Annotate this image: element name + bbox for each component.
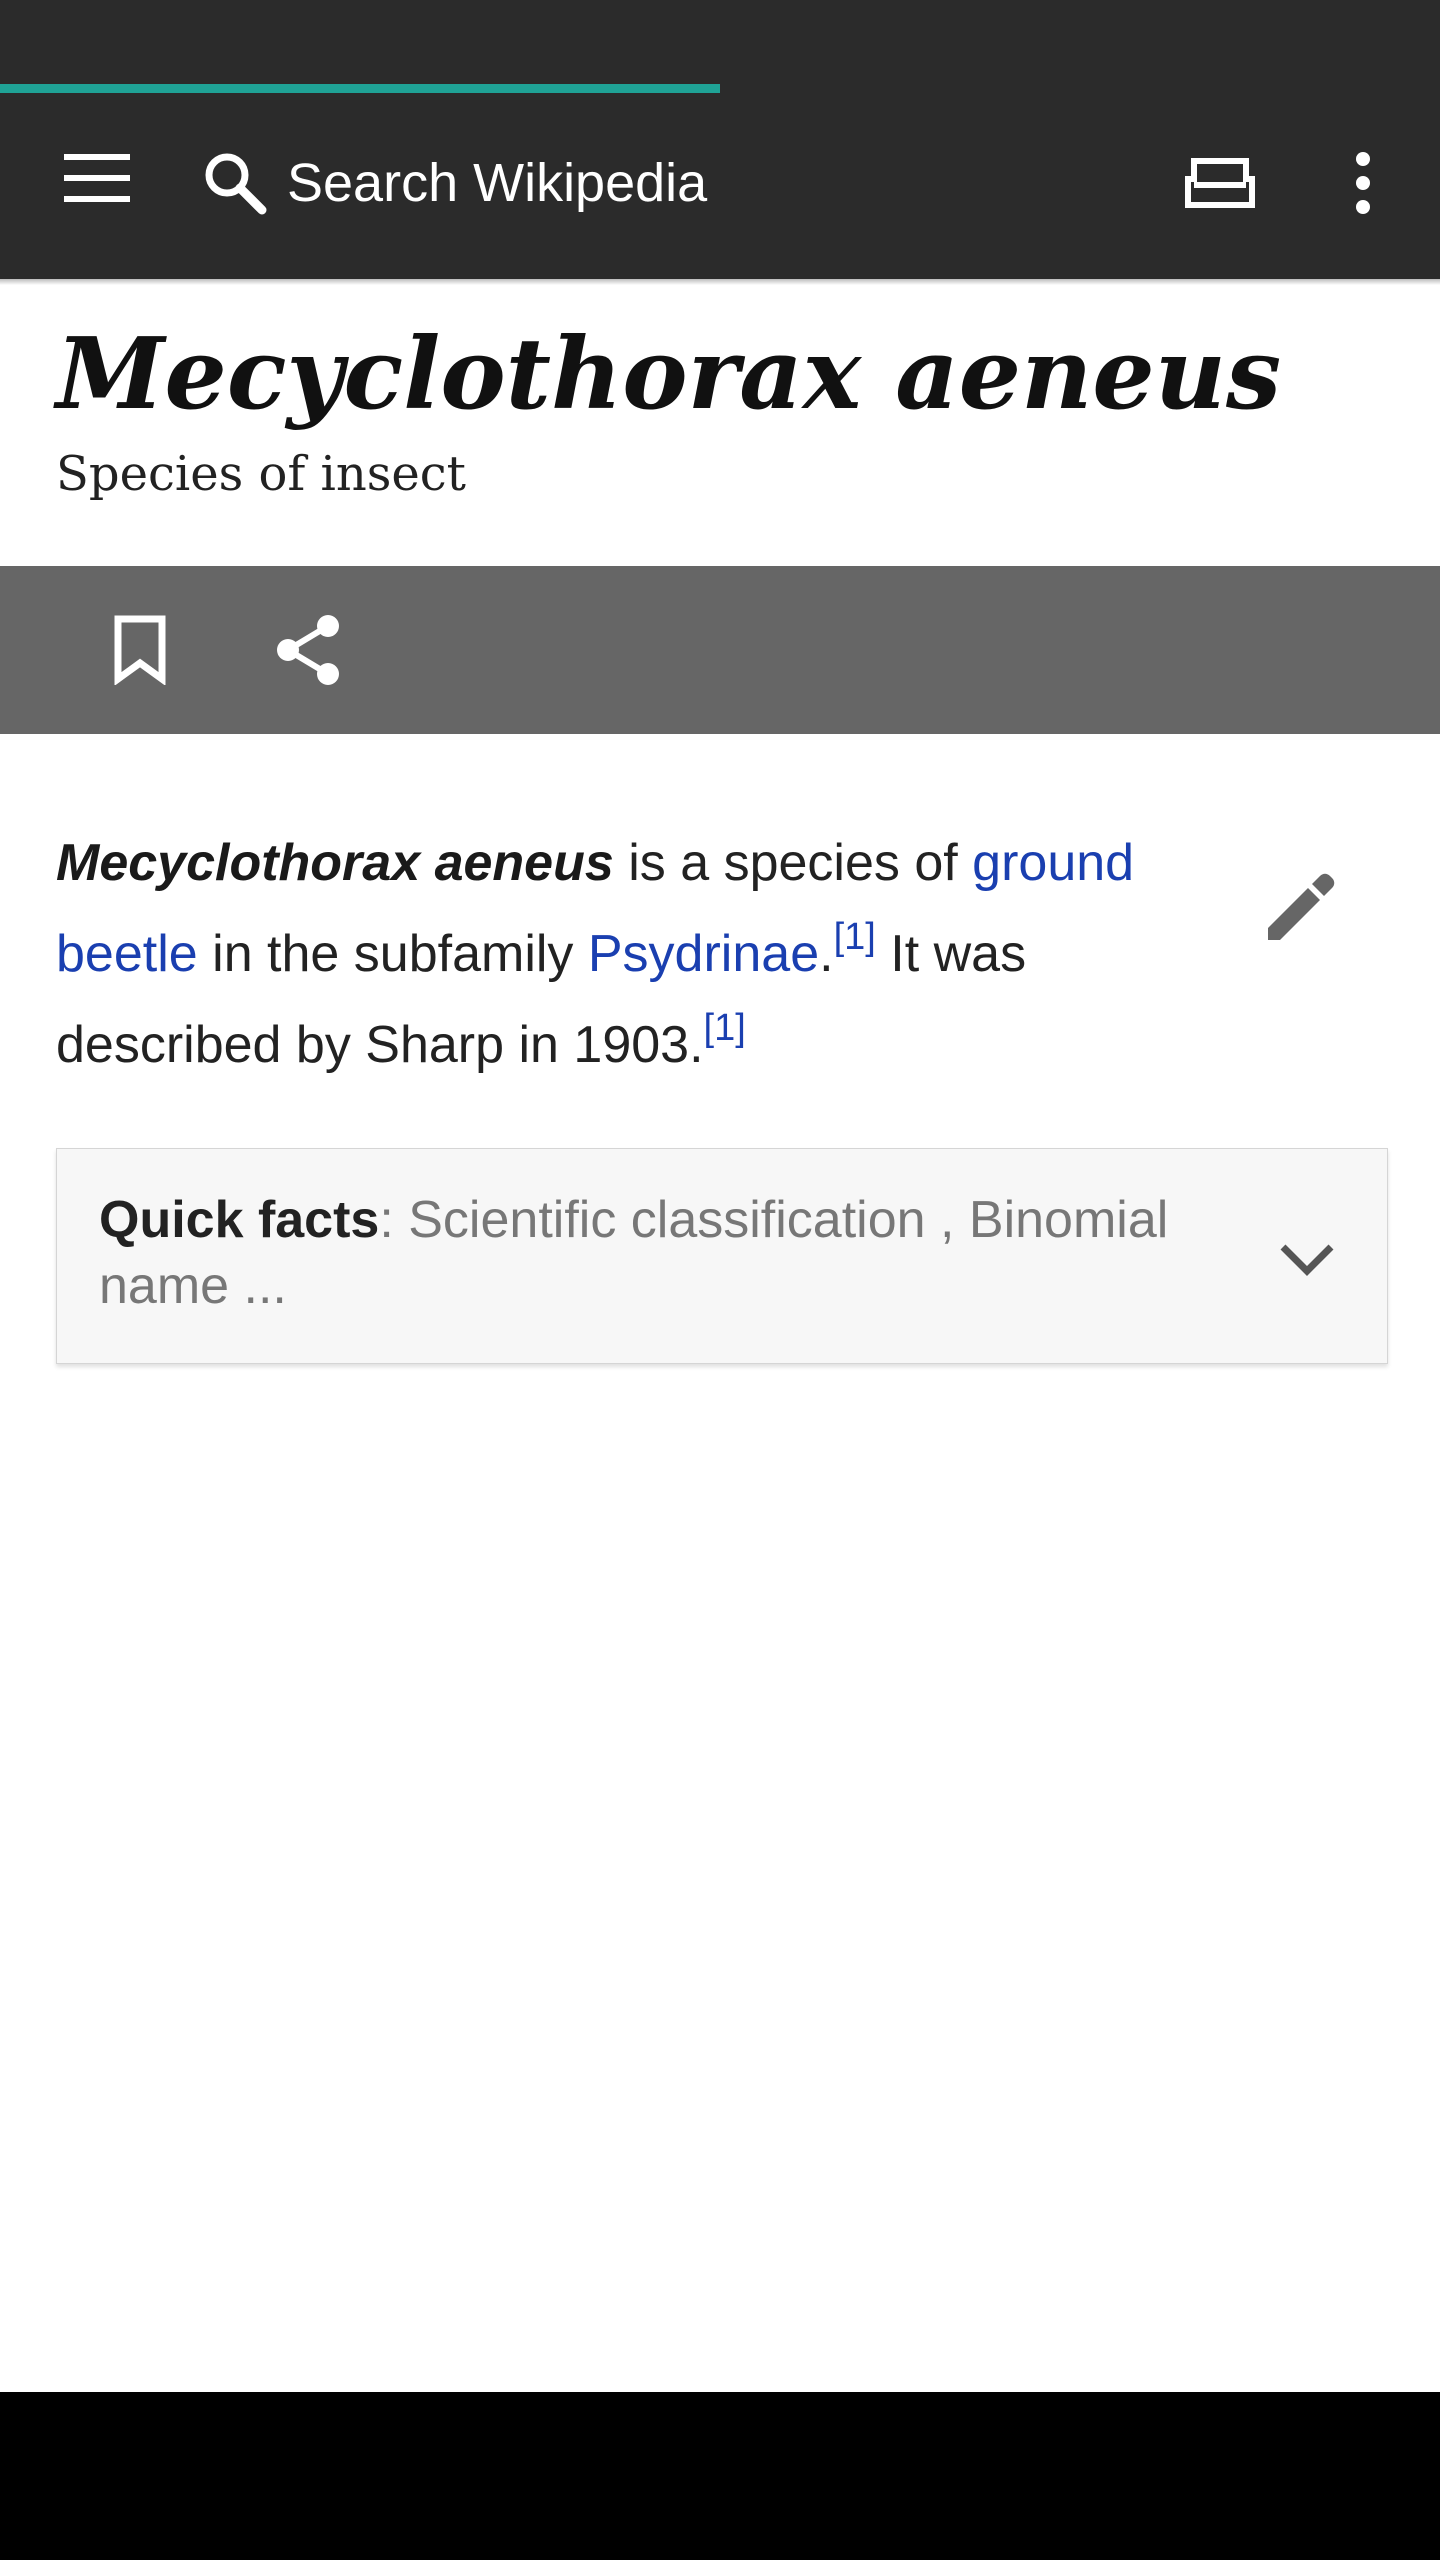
- lead-text-3: .: [819, 925, 834, 983]
- tabs-button[interactable]: [1170, 133, 1270, 233]
- reference-link-1[interactable]: [1]: [834, 916, 876, 958]
- bookmark-icon: [114, 615, 166, 685]
- search-icon: [195, 143, 275, 223]
- lead-bold-name: Mecyclothorax aeneus: [56, 834, 614, 892]
- overflow-menu-button[interactable]: [1318, 133, 1408, 233]
- lead-text-1: is a species of: [613, 834, 973, 892]
- reference-link-2[interactable]: [1]: [704, 1007, 746, 1049]
- save-bookmark-button[interactable]: [90, 600, 190, 700]
- tabs-icon: [1185, 158, 1255, 208]
- search-placeholder: Search Wikipedia: [287, 153, 708, 213]
- lead-paragraph: Mecyclothorax aeneus is a species of gro…: [56, 818, 1206, 1091]
- lead-text-2: in the subfamily: [197, 925, 588, 983]
- share-button[interactable]: [258, 600, 358, 700]
- chevron-down-icon: [1280, 1244, 1334, 1276]
- search-input[interactable]: Search Wikipedia: [195, 133, 995, 233]
- article-header: Mecyclothorax aeneus Species of insect: [56, 310, 1386, 502]
- more-vertical-icon: [1356, 152, 1370, 214]
- quick-facts-label: Quick facts: [99, 1191, 380, 1249]
- quick-facts-card[interactable]: Quick facts: Scientific classification ,…: [56, 1148, 1388, 1364]
- link-psydrinae[interactable]: Psydrinae: [588, 925, 819, 983]
- hamburger-menu-icon: [64, 154, 130, 202]
- status-bar: [0, 0, 1440, 84]
- page-load-progress: [0, 84, 1440, 93]
- share-icon: [277, 615, 339, 685]
- article-action-bar: [0, 566, 1440, 734]
- progress-fill: [0, 84, 720, 93]
- page-description: Species of insect: [56, 446, 466, 502]
- menu-button[interactable]: [52, 133, 142, 223]
- top-toolbar: Search Wikipedia: [0, 93, 1440, 279]
- quick-facts-text: Quick facts: Scientific classification ,…: [99, 1187, 1179, 1319]
- edit-lead-button[interactable]: [1252, 856, 1352, 956]
- system-navigation-bar: [0, 2392, 1440, 2560]
- quick-facts-expand-button[interactable]: [1257, 1209, 1357, 1309]
- toolbar-shadow: [0, 279, 1440, 285]
- page-title: Mecyclothorax aeneus: [56, 317, 1282, 432]
- pencil-icon: [1268, 873, 1335, 940]
